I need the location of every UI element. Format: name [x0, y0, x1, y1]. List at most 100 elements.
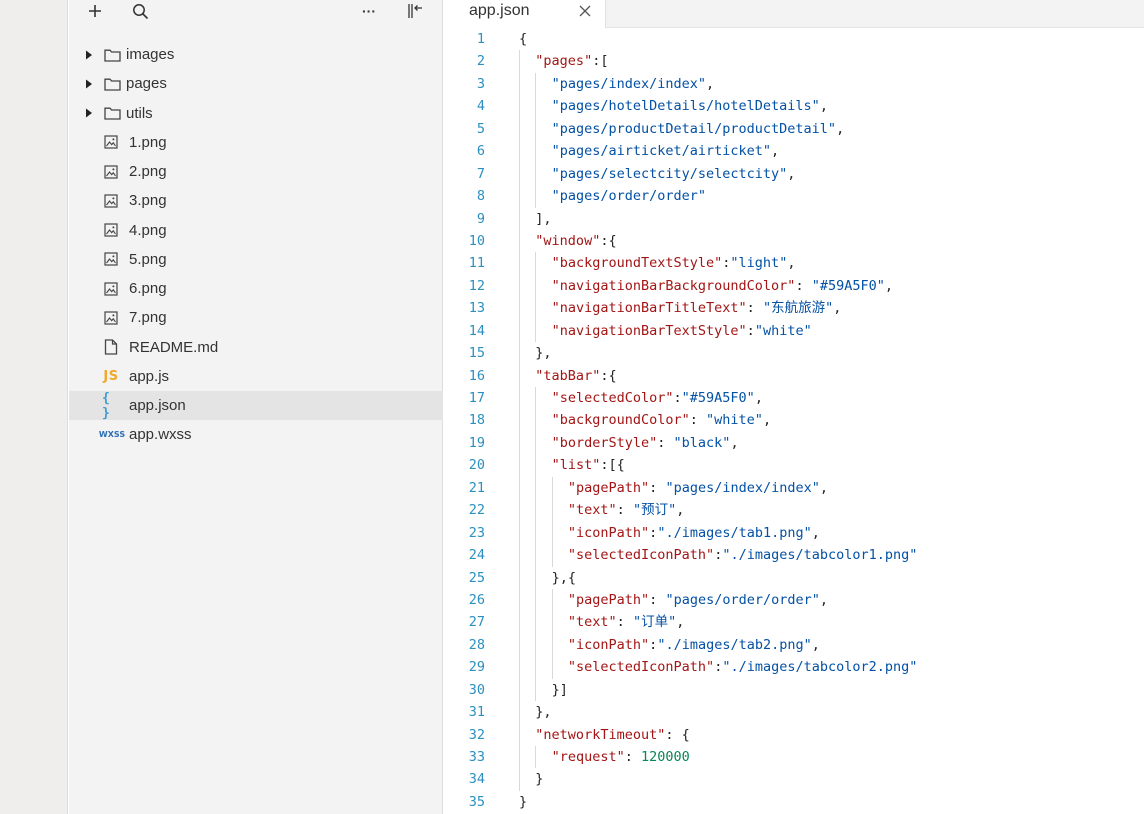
json-key: "tabBar"	[535, 367, 601, 384]
code-line: 14 "navigationBarTextStyle":"white"	[443, 319, 1144, 343]
json-punctuation: ,	[833, 300, 842, 317]
code-line: 1{	[443, 28, 1144, 50]
tree-item-app-wxss[interactable]: WXSS app.wxss	[69, 420, 443, 449]
indent-guide	[551, 611, 553, 634]
code-text: "borderStyle": "black",	[552, 432, 739, 454]
json-punctuation: :	[616, 614, 633, 631]
json-string: "预订"	[632, 502, 677, 519]
search-icon[interactable]	[128, 0, 152, 22]
tab-title: app.json	[469, 2, 530, 19]
code-text: "text": "预订",	[568, 499, 684, 521]
code-text: "text": "订单",	[568, 611, 684, 633]
tree-item-2-png[interactable]: 2.png	[69, 157, 443, 186]
indent-guide	[519, 95, 520, 118]
json-key: "iconPath"	[567, 636, 650, 653]
tree-item-7-png[interactable]: 7.png	[69, 303, 443, 332]
tree-item-utils[interactable]: utils	[69, 99, 443, 128]
code-text: "navigationBarBackgroundColor": "#59A5F0…	[552, 275, 893, 297]
json-punctuation: ,	[819, 591, 829, 608]
folder-icon	[103, 99, 121, 128]
tab-app-json[interactable]: app.json	[443, 0, 606, 28]
indent-guide	[519, 566, 520, 589]
json-key: "selectedIconPath"	[567, 547, 715, 564]
tree-item-4-png[interactable]: 4.png	[69, 216, 443, 245]
json-string: "pages/hotelDetails/hotelDetails"	[551, 98, 820, 115]
indent-guide	[535, 521, 537, 545]
json-punctuation: }]	[551, 681, 568, 698]
tree-item-1-png[interactable]: 1.png	[69, 128, 443, 157]
json-punctuation: :	[673, 390, 682, 406]
code-line: 9],	[443, 207, 1144, 230]
line-number: 22	[468, 502, 485, 519]
json-key: "backgroundColor"	[551, 412, 690, 429]
json-key: "navigationBarBackgroundColor"	[551, 277, 796, 294]
tree-item-images[interactable]: images	[69, 40, 443, 69]
json-key: "text"	[567, 502, 617, 519]
indent-guide	[519, 252, 520, 275]
code-line: 30}]	[443, 678, 1144, 702]
plus-icon[interactable]	[83, 0, 107, 22]
code-line: 20 "list":[{	[443, 454, 1144, 477]
json-punctuation: ,	[836, 120, 845, 137]
code-line: 31},	[443, 701, 1144, 724]
indent-guide	[535, 499, 537, 522]
file-explorer-panel: ··· images pages utils 1.png 2.png 3.png 4.png…	[69, 0, 443, 814]
tree-item-app-json[interactable]: { } app.json	[69, 391, 443, 421]
json-string: "pages/productDetail/productDetail"	[551, 120, 837, 137]
indent-guide	[519, 274, 520, 298]
json-punctuation: : {	[665, 726, 690, 743]
collapse-panel-icon[interactable]	[403, 0, 427, 22]
line-number: 30	[468, 681, 485, 698]
tree-item-label: 5.png	[129, 250, 167, 268]
indent-guide	[519, 701, 520, 724]
indent-guide	[519, 476, 520, 500]
indent-guide	[519, 140, 520, 163]
indent-guide	[519, 185, 520, 208]
code-text: "navigationBarTextStyle":"white"	[552, 320, 812, 342]
line-number: 6	[476, 143, 485, 160]
indent-guide	[535, 588, 537, 612]
line-number: 5	[476, 120, 485, 137]
indent-guide	[519, 768, 520, 791]
code-line: 10 "window":{	[443, 229, 1144, 253]
json-string: "./images/tab2.png"	[657, 636, 812, 653]
json-key: "borderStyle"	[551, 434, 658, 451]
indent-guide	[535, 409, 537, 432]
chevron-right-icon[interactable]	[85, 69, 93, 98]
json-punctuation: ,	[811, 636, 820, 653]
indent-guide	[535, 476, 537, 500]
tree-item-3-png[interactable]: 3.png	[69, 186, 443, 215]
code-area[interactable]: 1{2 "pages":[3 "pages/index/index", 4 "pages…	[443, 28, 1144, 813]
indent-guide	[519, 633, 520, 657]
tree-item-readme-md[interactable]: README.md	[69, 333, 443, 362]
js-file-icon: JS	[103, 368, 119, 384]
tree-item-pages[interactable]: pages	[69, 69, 443, 98]
json-string: "pages/order/order"	[665, 591, 820, 608]
line-number: 15	[468, 345, 485, 362]
json-string: "white"	[754, 322, 812, 339]
tree-item-5-png[interactable]: 5.png	[69, 245, 443, 274]
json-punctuation: ,	[787, 255, 796, 272]
json-string: "#59A5F0"	[811, 277, 885, 294]
indent-guide	[535, 656, 537, 679]
json-punctuation: ,	[754, 390, 763, 406]
json-punctuation: },	[535, 704, 552, 721]
json-key: "pages"	[535, 53, 593, 70]
chevron-right-icon[interactable]	[85, 99, 93, 128]
indent-guide	[519, 387, 520, 410]
tree-item-app-js[interactable]: JS app.js	[69, 362, 443, 391]
line-number: 10	[468, 232, 485, 249]
code-line: 19 "borderStyle": "black",	[443, 431, 1144, 455]
json-string: "pages/index/index"	[665, 479, 820, 496]
code-line: 2 "pages":[	[443, 50, 1144, 73]
indent-guide	[519, 723, 520, 746]
json-punctuation: :	[746, 300, 763, 317]
explorer-toolbar: ···	[69, 0, 443, 24]
tree-item-6-png[interactable]: 6.png	[69, 274, 443, 303]
tree-item-label: utils	[126, 104, 153, 122]
line-number: 9	[476, 210, 485, 227]
close-icon[interactable]	[577, 3, 593, 19]
more-menu-button[interactable]: ···	[357, 0, 381, 22]
json-punctuation: }	[519, 793, 528, 810]
chevron-right-icon[interactable]	[85, 40, 93, 69]
